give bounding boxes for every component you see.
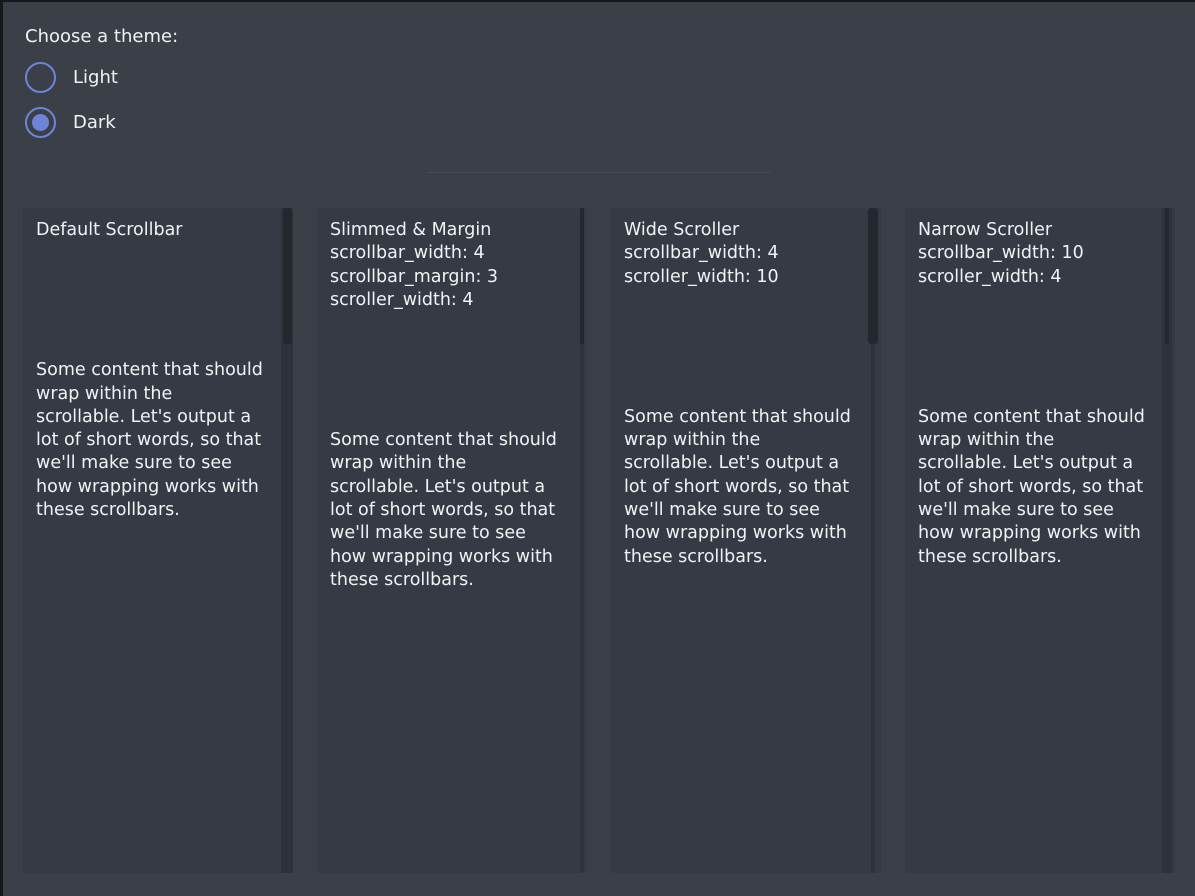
scrollbar-thumb[interactable] xyxy=(283,208,292,344)
scrollbar-demo-panel[interactable]: Slimmed & Margin scrollbar_width: 4scrol… xyxy=(317,208,587,873)
panels-row: Default Scrollbar Some content that shou… xyxy=(23,208,1175,873)
panel-param-line: scrollbar_width: 4 xyxy=(624,242,853,265)
theme-radio-option[interactable]: Light xyxy=(25,61,1195,93)
scrollbar-thumb[interactable] xyxy=(1165,208,1169,344)
panel-params: scrollbar_width: 4scrollbar_margin: 3scr… xyxy=(330,242,559,312)
section-divider xyxy=(427,172,771,173)
panel-params: scrollbar_width: 10scroller_width: 4 xyxy=(918,242,1147,289)
panel-param-line: scrollbar_width: 10 xyxy=(918,242,1147,265)
scrollbar-demo-panel[interactable]: Wide Scroller scrollbar_width: 4scroller… xyxy=(611,208,881,873)
panel-title: Default Scrollbar xyxy=(36,219,265,242)
theme-chooser-label: Choose a theme: xyxy=(25,26,1195,47)
panel-params: scrollbar_width: 4scroller_width: 10 xyxy=(624,242,853,289)
panel-body-text: Some content that should wrap within the… xyxy=(624,406,853,569)
radio-option-label: Light xyxy=(73,67,118,88)
panel-title: Narrow Scroller xyxy=(918,219,1147,242)
app-root: { "colors": { "page_bg": "#3b3f47", "pan… xyxy=(0,0,1195,896)
panel-param-line: scroller_width: 4 xyxy=(330,289,559,312)
panel-title: Wide Scroller xyxy=(624,219,853,242)
theme-chooser: Choose a theme: Light Dark xyxy=(3,2,1195,138)
radio-icon[interactable] xyxy=(25,107,56,138)
panel-body-text: Some content that should wrap within the… xyxy=(330,429,559,592)
radio-group: Light Dark xyxy=(25,61,1195,138)
radio-option-label: Dark xyxy=(73,112,116,133)
theme-radio-option[interactable]: Dark xyxy=(25,106,1195,138)
panel-param-line: scrollbar_width: 4 xyxy=(330,242,559,265)
radio-dot-icon xyxy=(32,114,49,131)
panel-body-text: Some content that should wrap within the… xyxy=(918,406,1147,569)
panel-body-text: Some content that should wrap within the… xyxy=(36,359,265,522)
scrollbar-thumb[interactable] xyxy=(868,208,878,344)
panel-param-line: scroller_width: 10 xyxy=(624,266,853,289)
radio-icon[interactable] xyxy=(25,62,56,93)
scrollbar-thumb[interactable] xyxy=(580,208,584,344)
scrollbar-demo-panel[interactable]: Default Scrollbar Some content that shou… xyxy=(23,208,293,873)
panel-param-line: scrollbar_margin: 3 xyxy=(330,266,559,289)
panel-param-line: scroller_width: 4 xyxy=(918,266,1147,289)
scrollbar-demo-panel[interactable]: Narrow Scroller scrollbar_width: 10scrol… xyxy=(905,208,1175,873)
panel-title: Slimmed & Margin xyxy=(330,219,559,242)
